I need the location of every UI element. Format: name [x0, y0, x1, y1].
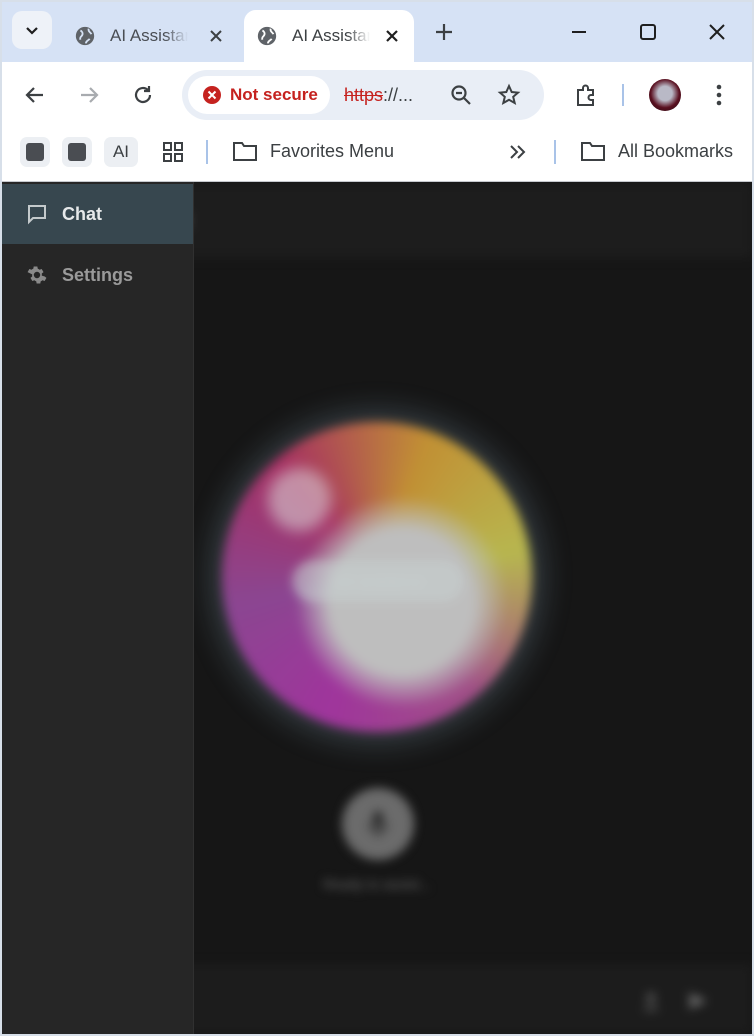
microphone-button — [342, 788, 414, 860]
folder-icon — [233, 142, 257, 161]
back-arrow-icon[interactable] — [22, 82, 48, 108]
omnibox[interactable]: Not secure https://... — [182, 70, 544, 120]
tab-title: AI Assistant — [292, 26, 370, 45]
url-rest: ://... — [383, 85, 414, 105]
page-content: t Get assistance Ready to assist... Chat… — [2, 182, 752, 1034]
sidebar-item-label: Chat — [62, 203, 102, 224]
chat-bubble-icon — [28, 205, 46, 225]
close-tab-icon[interactable] — [382, 26, 402, 46]
folder-label: Favorites Menu — [270, 140, 395, 161]
bookmark-item-1[interactable] — [20, 137, 50, 167]
sidebar-item-settings[interactable]: Settings — [2, 245, 193, 305]
microphone-icon — [367, 811, 389, 837]
close-tab-icon[interactable] — [206, 26, 226, 46]
tab-ai-assistant-1[interactable]: AI Assistant — [62, 10, 238, 62]
bookmark-divider — [554, 140, 556, 164]
favorites-menu-folder[interactable]: Favorites Menu — [232, 140, 394, 162]
bookmark-ai[interactable]: AI — [104, 137, 138, 167]
zoom-icon[interactable] — [448, 82, 474, 108]
orb-action-button: Get assistance — [292, 560, 464, 602]
send-icon — [688, 993, 707, 1009]
bookmark-star-icon[interactable] — [496, 82, 522, 108]
error-icon — [203, 86, 221, 104]
all-bookmarks-folder[interactable]: All Bookmarks — [580, 140, 733, 162]
chevron-down-icon — [26, 27, 38, 35]
extensions-puzzle-icon[interactable] — [573, 82, 599, 108]
apps-grid-icon[interactable] — [158, 137, 188, 167]
not-secure-chip[interactable]: Not secure — [188, 76, 330, 114]
bookmark-divider — [206, 140, 208, 164]
bookmark-favicon — [26, 143, 44, 161]
globe-icon — [257, 26, 277, 46]
tab-search-button[interactable] — [12, 11, 52, 49]
tab-title: AI Assistant — [110, 26, 188, 45]
sidebar-item-chat[interactable]: Chat — [2, 184, 193, 244]
globe-icon — [75, 26, 95, 46]
window-close-icon[interactable] — [705, 20, 729, 44]
forward-arrow-icon[interactable] — [76, 82, 102, 108]
tab-ai-assistant-2[interactable]: AI Assistant — [244, 10, 414, 62]
security-label: Not secure — [230, 85, 318, 104]
bookmarks-overflow-icon[interactable] — [508, 142, 528, 167]
sidebar-item-label: Settings — [62, 264, 134, 285]
more-menu-icon[interactable] — [706, 82, 732, 108]
toolbar-divider — [622, 84, 624, 106]
browser-window: AI Assistant AI Assistant Not secure htt… — [2, 2, 752, 1034]
status-text: Ready to assist... — [323, 876, 431, 892]
url-text[interactable]: https://... — [344, 85, 413, 106]
minimize-icon[interactable] — [567, 20, 591, 44]
maximize-icon[interactable] — [636, 20, 660, 44]
upload-icon — [644, 992, 658, 1011]
tab-strip: AI Assistant AI Assistant — [2, 2, 752, 62]
folder-label: All Bookmarks — [618, 140, 734, 161]
profile-avatar[interactable] — [649, 79, 681, 111]
url-scheme: https — [344, 85, 384, 105]
new-tab-icon[interactable] — [432, 20, 456, 44]
folder-icon — [581, 142, 605, 161]
gear-icon — [27, 266, 47, 284]
bookmarks-bar: AI Favorites Menu All Bookmarks — [2, 126, 752, 182]
reload-icon[interactable] — [130, 82, 156, 108]
sidebar: Chat Settings — [2, 182, 194, 1034]
bookmark-favicon — [68, 143, 86, 161]
bookmark-item-2[interactable] — [62, 137, 92, 167]
browser-toolbar: Not secure https://... — [2, 62, 752, 126]
